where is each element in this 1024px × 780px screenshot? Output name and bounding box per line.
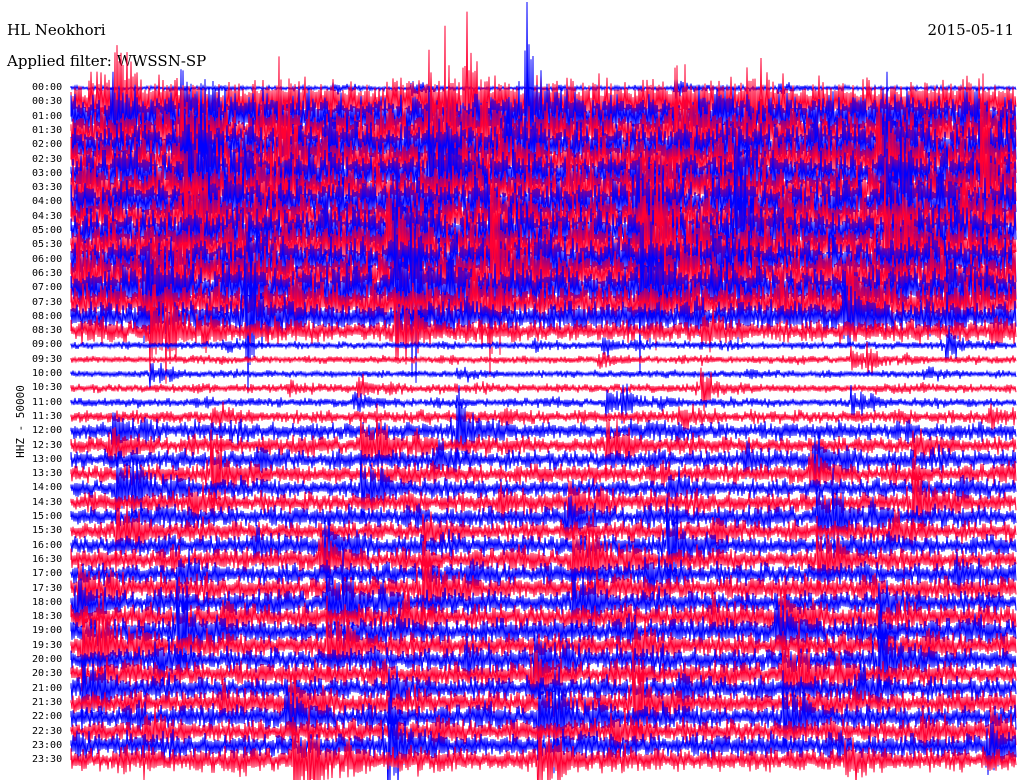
trace-row-1000 xyxy=(70,362,1017,389)
helicorder-plot xyxy=(70,1,1017,780)
